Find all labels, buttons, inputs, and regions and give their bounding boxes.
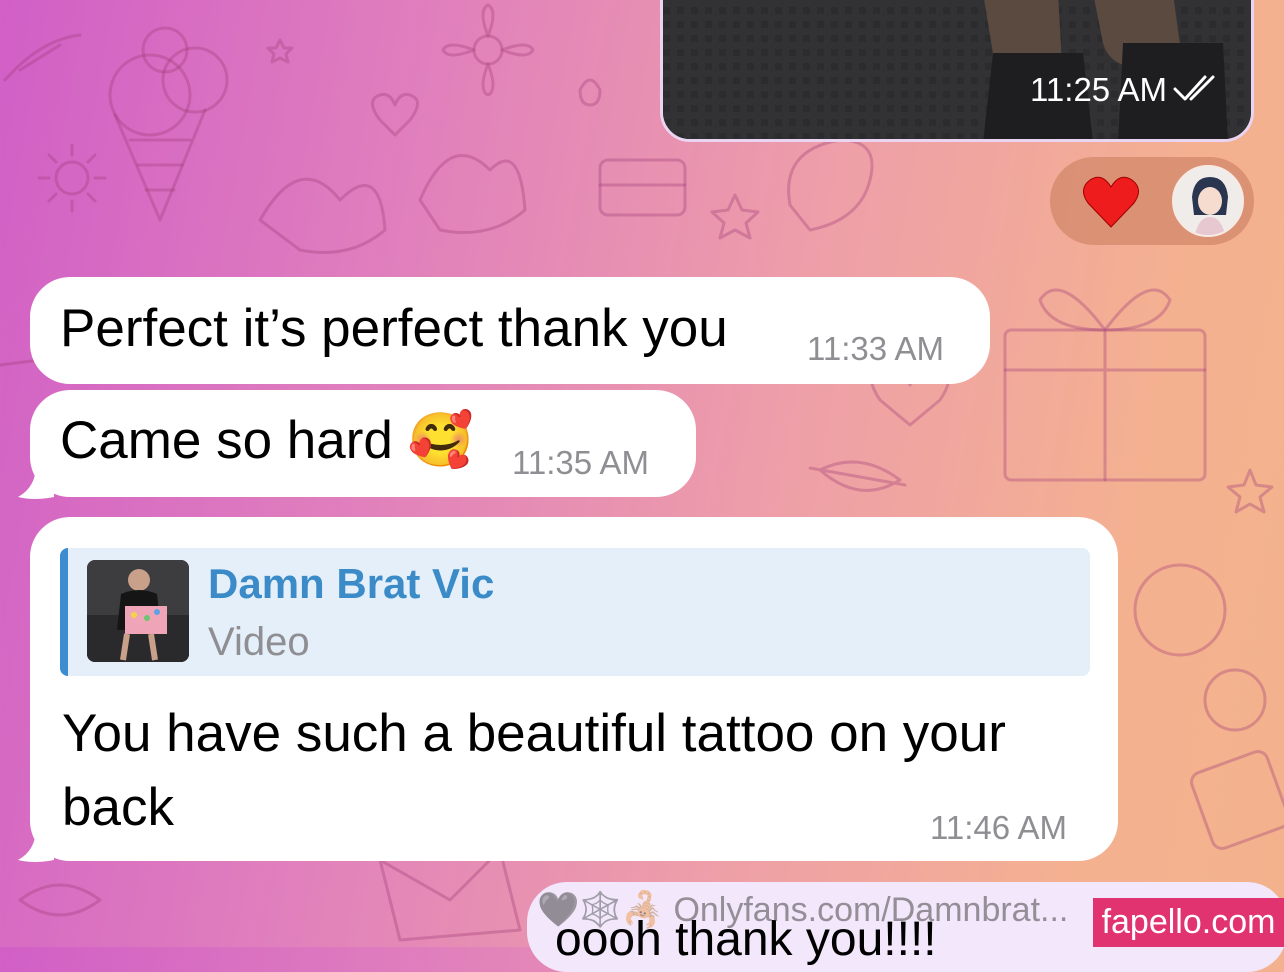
quoted-media-type: Video (208, 620, 310, 664)
media-message-bubble[interactable]: 11:25 AM (660, 0, 1254, 142)
message-timestamp: 11:33 AM (807, 330, 944, 367)
message-text-line: You have such a beautiful tattoo on your (62, 704, 1006, 763)
message-timestamp: 11:35 AM (512, 444, 649, 481)
bubble-tail (18, 828, 54, 862)
site-watermark: fapello.com (1093, 898, 1284, 947)
message-timestamp: 11:46 AM (930, 809, 1067, 846)
bubble-tail (18, 465, 54, 499)
message-timestamp: 11:25 AM (1030, 71, 1167, 108)
reply-accent-bar (60, 548, 68, 676)
quoted-video-thumbnail (87, 560, 189, 662)
heart-reaction-icon (1082, 175, 1140, 234)
message-reaction[interactable] (1050, 157, 1254, 245)
message-text: Came so hard 🥰 (60, 411, 474, 470)
message-text-line: back (62, 778, 174, 837)
incoming-message-bubble[interactable]: Came so hard 🥰 11:35 AM (30, 390, 696, 497)
anime-avatar-icon (1172, 165, 1244, 237)
message-text: Perfect it’s perfect thank you (60, 299, 728, 358)
creator-watermark-text: 🖤🕸️🦂 Onlyfans.com/Damnbrat... (537, 891, 1069, 929)
quoted-reply[interactable]: Damn Brat Vic Video (60, 548, 1090, 676)
quoted-sender-name: Damn Brat Vic (208, 560, 495, 607)
double-check-icon (1173, 73, 1219, 108)
incoming-message-bubble[interactable]: Perfect it’s perfect thank you 11:33 AM (30, 277, 990, 384)
